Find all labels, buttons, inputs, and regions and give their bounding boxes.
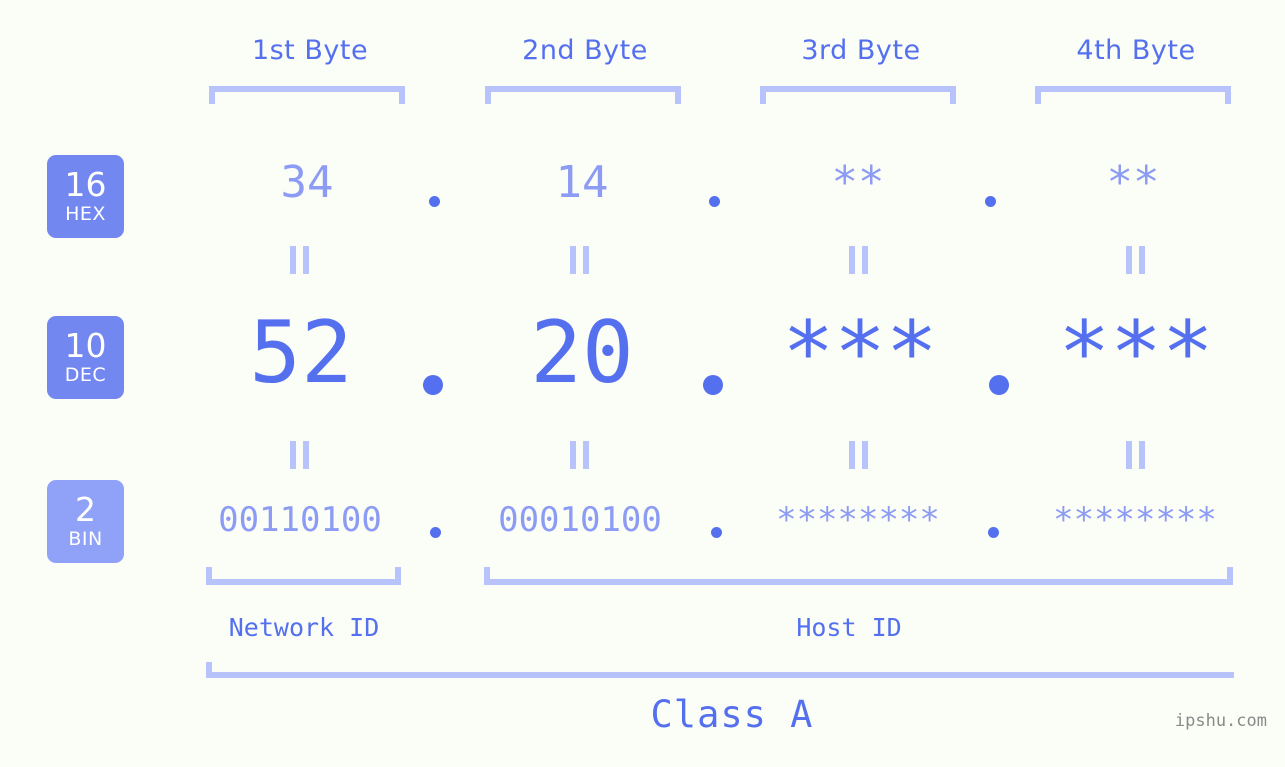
hex-separator-dot-2 [709, 196, 720, 207]
hex-byte-3: ** [831, 157, 885, 208]
bin-byte-3: ******** [776, 500, 940, 540]
hex-separator-dot-1 [429, 196, 440, 207]
equals-marker-hex-dec-4 [1126, 246, 1145, 274]
network-id-label: Network ID [228, 613, 380, 642]
byte-header-2: 2nd Byte [522, 35, 648, 66]
radix-badge-bin-name: BIN [68, 527, 103, 550]
byte-bracket-2 [485, 86, 681, 104]
bin-separator-dot-3 [988, 527, 999, 538]
hex-byte-1: 34 [280, 157, 334, 208]
dec-separator-dot-2 [703, 375, 723, 395]
equals-marker-hex-dec-2 [570, 246, 589, 274]
bin-byte-2: 00010100 [498, 500, 662, 540]
bin-separator-dot-1 [430, 527, 441, 538]
radix-badge-dec: 10 DEC [47, 316, 124, 399]
equals-marker-dec-bin-1 [290, 441, 309, 469]
byte-header-3: 3rd Byte [801, 35, 921, 66]
equals-marker-hex-dec-1 [290, 246, 309, 274]
radix-badge-hex-number: 16 [64, 164, 107, 204]
equals-marker-hex-dec-3 [849, 246, 868, 274]
radix-badge-bin-number: 2 [75, 489, 96, 529]
dec-byte-3: *** [782, 303, 938, 403]
equals-marker-dec-bin-3 [849, 441, 868, 469]
host-id-bracket [484, 567, 1233, 585]
dec-byte-4: *** [1058, 303, 1214, 403]
dec-separator-dot-1 [423, 375, 443, 395]
byte-bracket-1 [209, 86, 405, 104]
byte-bracket-4 [1035, 86, 1231, 104]
host-id-label: Host ID [796, 613, 902, 642]
ip-address-breakdown-diagram: 1st Byte 2nd Byte 3rd Byte 4th Byte 16 H… [0, 0, 1285, 767]
byte-bracket-3 [760, 86, 956, 104]
network-id-bracket [206, 567, 401, 585]
radix-badge-dec-name: DEC [64, 363, 107, 386]
class-bracket [206, 662, 1234, 678]
hex-separator-dot-3 [985, 196, 996, 207]
dec-separator-dot-3 [989, 375, 1009, 395]
radix-badge-hex: 16 HEX [47, 155, 124, 238]
radix-badge-hex-name: HEX [65, 202, 106, 225]
dec-byte-1: 52 [249, 303, 353, 403]
hex-byte-4: ** [1106, 157, 1160, 208]
byte-header-4: 4th Byte [1076, 35, 1196, 66]
equals-marker-dec-bin-2 [570, 441, 589, 469]
equals-marker-dec-bin-4 [1126, 441, 1145, 469]
hex-byte-2: 14 [555, 157, 609, 208]
radix-badge-dec-number: 10 [64, 325, 107, 365]
byte-header-1: 1st Byte [251, 35, 369, 66]
bin-byte-4: ******** [1053, 500, 1217, 540]
class-label: Class A [650, 693, 814, 736]
dec-byte-2: 20 [530, 303, 634, 403]
bin-byte-1: 00110100 [218, 500, 382, 540]
bin-separator-dot-2 [711, 527, 722, 538]
watermark: ipshu.com [1174, 711, 1267, 731]
radix-badge-bin: 2 BIN [47, 480, 124, 563]
